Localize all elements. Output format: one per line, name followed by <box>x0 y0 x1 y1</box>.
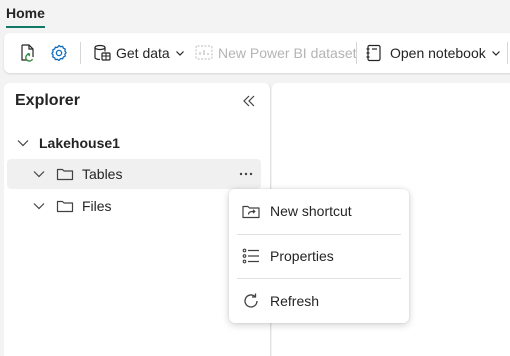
menu-item-label: Refresh <box>270 293 320 309</box>
menu-item-refresh[interactable]: Refresh <box>235 283 403 319</box>
tree-item-label: Lakehouse1 <box>39 135 120 151</box>
ribbon-separator <box>356 42 357 64</box>
menu-item-properties[interactable]: Properties <box>235 238 403 274</box>
tree-item-label: Tables <box>82 166 123 182</box>
gear-icon <box>51 44 67 62</box>
get-data-label: Get data <box>116 45 170 61</box>
menu-item-new-shortcut[interactable]: New shortcut <box>235 193 403 229</box>
settings-button[interactable] <box>49 33 69 73</box>
chevron-down-icon[interactable] <box>15 135 31 151</box>
notebook-icon <box>366 44 381 62</box>
tree-item-lakehouse1[interactable]: Lakehouse1 <box>7 128 261 158</box>
folder-icon <box>56 168 74 181</box>
get-data-button[interactable]: Get data <box>92 33 185 73</box>
lakehouse-settings-button[interactable] <box>17 33 37 73</box>
menu-item-label: Properties <box>270 248 334 264</box>
chevron-down-icon[interactable] <box>31 198 47 214</box>
new-dataset-label: New Power BI dataset <box>218 45 357 61</box>
new-dataset-button[interactable]: New Power BI dataset <box>194 33 357 73</box>
more-options-icon[interactable] <box>237 166 255 182</box>
explorer-title: Explorer <box>15 92 80 109</box>
tab-home[interactable]: Home <box>6 4 45 28</box>
shortcut-icon <box>242 205 260 219</box>
list-icon <box>242 248 259 264</box>
collapse-pane-icon[interactable] <box>241 93 257 109</box>
menu-item-label: New shortcut <box>270 203 352 219</box>
open-notebook-label: Open notebook <box>390 45 486 61</box>
context-menu: New shortcut Properties Refresh <box>229 189 409 323</box>
tree-item-files[interactable]: Files <box>7 191 261 221</box>
open-notebook-button[interactable]: Open notebook <box>364 33 501 73</box>
tree-item-label: Files <box>82 198 112 214</box>
ribbon-separator <box>507 42 508 64</box>
database-icon <box>94 44 111 61</box>
document-refresh-icon <box>21 44 34 62</box>
ribbon-toolbar: Get data New Power BI dataset Open noteb… <box>4 33 510 73</box>
chevron-down-icon[interactable] <box>31 166 47 182</box>
folder-icon <box>56 200 74 213</box>
ribbon-separator <box>80 42 81 64</box>
chevron-down-icon <box>175 51 184 56</box>
menu-divider <box>237 278 401 279</box>
dataset-icon <box>195 45 213 60</box>
tab-bar: Home <box>0 0 510 30</box>
tree-item-tables[interactable]: Tables <box>7 159 261 189</box>
refresh-icon <box>244 293 258 308</box>
menu-divider <box>237 234 401 235</box>
chevron-down-icon <box>491 51 500 56</box>
